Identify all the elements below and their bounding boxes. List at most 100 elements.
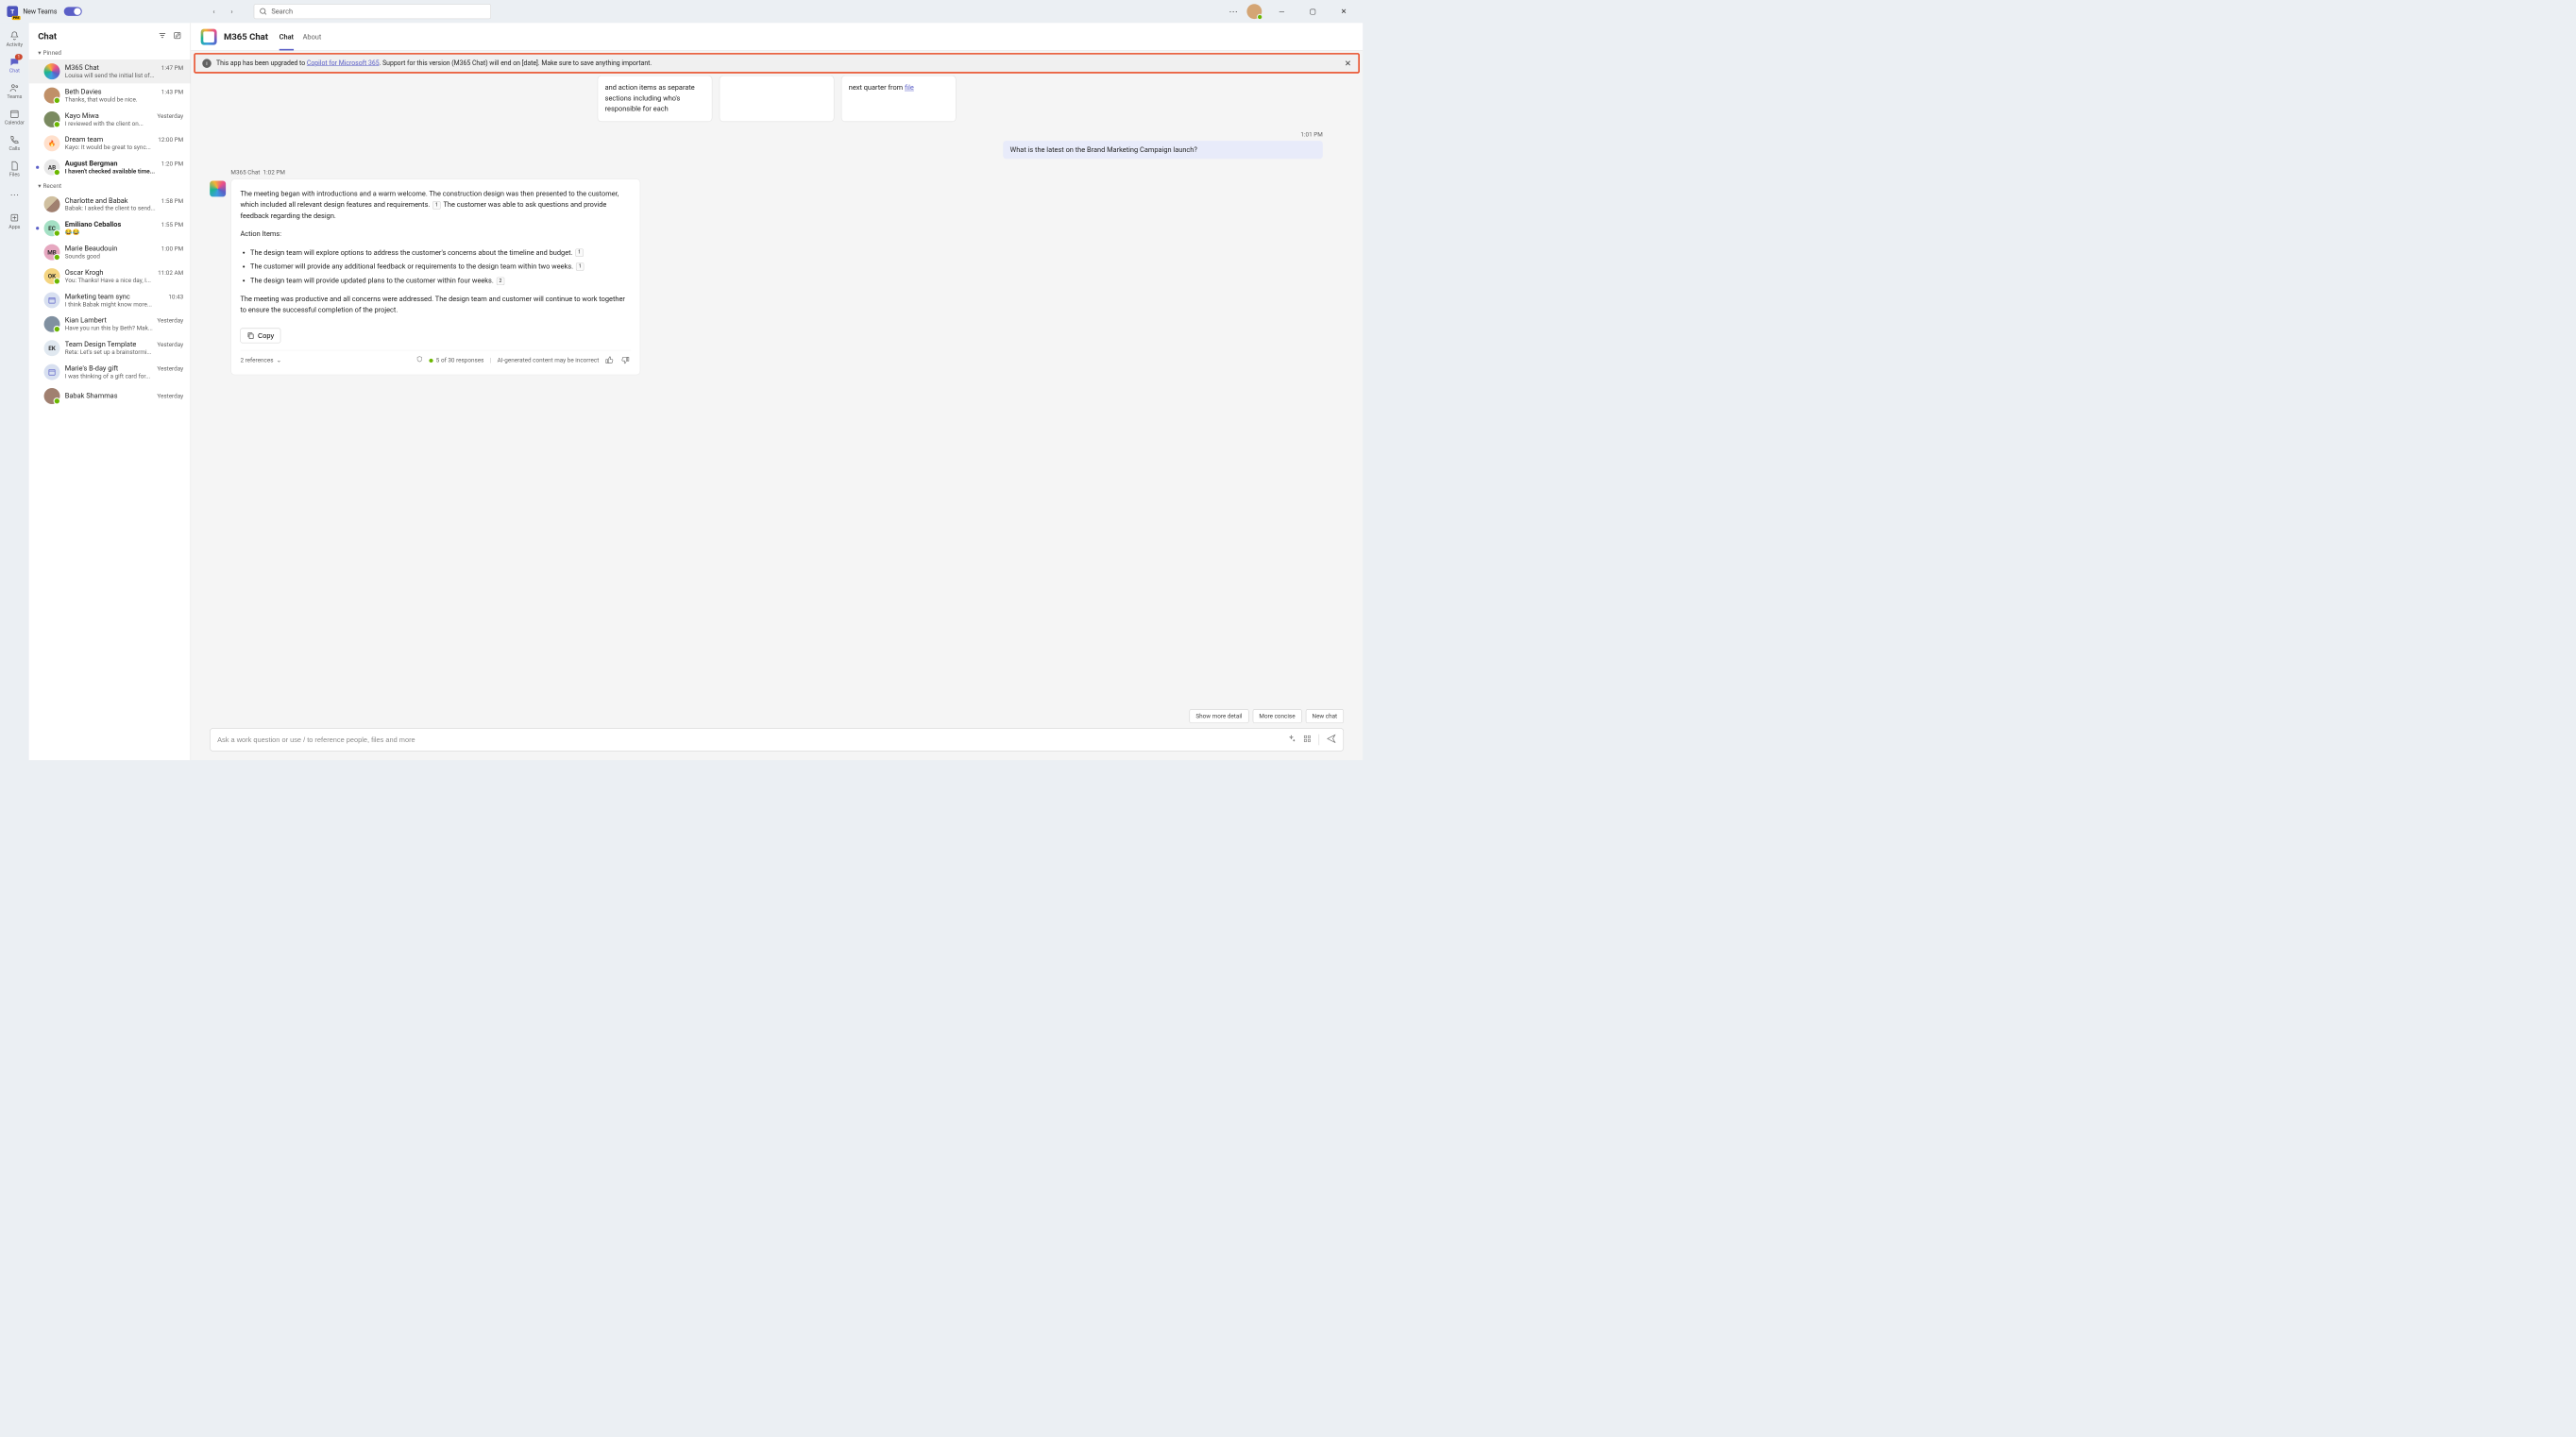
forward-button[interactable]: ›: [225, 5, 239, 19]
suggestion-card[interactable]: [720, 76, 835, 122]
chat-time: 10:43: [168, 294, 183, 300]
pinned-section[interactable]: ▾Pinned: [29, 46, 191, 59]
apps-grid-icon[interactable]: [1303, 735, 1313, 746]
teams-icon: [9, 82, 21, 93]
more-icon[interactable]: ⋯: [1229, 7, 1238, 17]
rail-files[interactable]: Files: [2, 157, 28, 180]
chat-time: 11:02 AM: [158, 269, 183, 276]
chat-avatar: EC: [44, 220, 60, 236]
rail-calendar[interactable]: Calendar: [2, 105, 28, 128]
bot-meta: M365 Chat 1:02 PM: [230, 169, 1344, 176]
chat-list-item[interactable]: Marie's B-day giftYesterdayI was thinkin…: [29, 360, 191, 383]
chip-new-chat[interactable]: New chat: [1306, 709, 1344, 723]
chat-name: Marie Beaudouin: [65, 245, 118, 252]
reference-badge[interactable]: 1: [576, 262, 584, 270]
minimize-button[interactable]: ─: [1271, 4, 1293, 19]
rail-activity[interactable]: Activity: [2, 27, 28, 51]
reference-badge[interactable]: 1: [575, 248, 583, 256]
file-link[interactable]: file: [905, 84, 914, 92]
chat-preview: I think Babak might know more...: [65, 300, 183, 307]
chat-header: M365 Chat Chat About: [191, 23, 1363, 51]
compose-icon[interactable]: [174, 31, 181, 42]
rail-more[interactable]: ⋯: [2, 183, 28, 207]
chat-preview: 😂😂: [65, 228, 183, 235]
chat-time: 1:00 PM: [161, 245, 183, 252]
chevron-down-icon: ⌄: [277, 356, 281, 365]
reference-badge[interactable]: 1: [432, 201, 440, 209]
messages-pane: and action items as separate sections in…: [191, 76, 1363, 709]
main-area: M365 Chat Chat About i This app has been…: [191, 23, 1363, 760]
titlebar: T New Teams ‹ › Search ⋯ ─ ▢ ✕: [0, 0, 1363, 23]
sidebar-title: Chat: [38, 31, 57, 42]
close-window-button[interactable]: ✕: [1332, 4, 1354, 19]
chat-time: Yesterday: [157, 393, 183, 399]
new-teams-toggle[interactable]: [64, 7, 82, 16]
chat-avatar: [44, 364, 60, 380]
thumbs-up-button[interactable]: [605, 356, 616, 366]
suggestion-card[interactable]: and action items as separate sections in…: [598, 76, 713, 122]
chat-list-item[interactable]: Kian LambertYesterdayHave you run this b…: [29, 313, 191, 336]
chat-avatar: OK: [44, 268, 60, 284]
copilot-link[interactable]: Copilot for Microsoft 365: [307, 59, 380, 67]
search-input[interactable]: Search: [254, 4, 491, 19]
rail-teams[interactable]: Teams: [2, 79, 28, 103]
chat-badge: 1: [15, 54, 23, 59]
rail-apps[interactable]: Apps: [2, 209, 28, 232]
copilot-avatar-icon: [210, 180, 226, 196]
separator: [1319, 735, 1320, 746]
chat-time: Yesterday: [157, 112, 183, 119]
chat-avatar: [44, 111, 60, 127]
chat-list-item[interactable]: MBMarie Beaudouin1:00 PMSounds good: [29, 240, 191, 263]
apps-icon: [9, 212, 21, 224]
copy-button[interactable]: Copy: [240, 328, 280, 343]
chat-list-item[interactable]: ABAugust Bergman1:20 PMI haven't checked…: [29, 156, 191, 179]
chat-name: Kian Lambert: [65, 316, 107, 324]
chat-list-item[interactable]: Babak ShammasYesterday: [29, 384, 191, 408]
chip-show-more-detail[interactable]: Show more detail: [1190, 709, 1249, 723]
chat-list-item[interactable]: M365 Chat1:47 PMLouisa will send the ini…: [29, 59, 191, 83]
chat-sidebar: Chat ▾Pinned M365 Chat1:47 PMLouisa will…: [29, 23, 191, 760]
chat-avatar: MB: [44, 245, 60, 261]
chat-list-item[interactable]: Charlotte and Babak1:58 PMBabak: I asked…: [29, 193, 191, 216]
info-icon: i: [202, 59, 212, 68]
filter-icon[interactable]: [159, 31, 166, 42]
references-toggle[interactable]: 2 references ⌄: [240, 356, 281, 365]
search-icon: [260, 8, 267, 15]
send-button[interactable]: [1326, 734, 1336, 746]
maximize-button[interactable]: ▢: [1302, 4, 1324, 19]
chat-list-item[interactable]: Beth Davies1:43 PMThanks, that would be …: [29, 83, 191, 107]
chat-list-item[interactable]: 🔥Dream team12:00 PMKayo: It would be gre…: [29, 131, 191, 155]
composer-input[interactable]: [217, 735, 1280, 743]
chat-avatar: EK: [44, 340, 60, 356]
chat-list-item[interactable]: ECEmiliano Ceballos1:55 PM😂😂: [29, 216, 191, 240]
tab-about[interactable]: About: [303, 31, 322, 43]
suggestion-card[interactable]: next quarter from file: [841, 76, 957, 122]
chat-time: 1:58 PM: [161, 197, 183, 204]
recent-section[interactable]: ▾Recent: [29, 179, 191, 193]
back-button[interactable]: ‹: [207, 5, 221, 19]
sparkle-icon[interactable]: [1287, 735, 1296, 746]
chat-avatar: [44, 88, 60, 104]
chat-list-item[interactable]: EKTeam Design TemplateYesterdayReta: Let…: [29, 336, 191, 360]
tab-chat[interactable]: Chat: [280, 31, 294, 43]
action-chips: Show more detail More concise New chat: [191, 709, 1363, 728]
banner-close-button[interactable]: ✕: [1345, 59, 1351, 68]
chip-more-concise[interactable]: More concise: [1253, 709, 1302, 723]
response-count: 5 of 30 responses: [436, 356, 484, 365]
reference-badge[interactable]: 2: [497, 277, 504, 284]
user-avatar[interactable]: [1246, 4, 1262, 19]
rail-calls[interactable]: Calls: [2, 131, 28, 155]
phone-icon: [9, 134, 21, 145]
chat-preview: Reta: Let's set up a brainstormi...: [65, 348, 183, 355]
chat-list-item[interactable]: Kayo MiwaYesterdayI reviewed with the cl…: [29, 108, 191, 131]
rail-chat[interactable]: Chat 1: [2, 53, 28, 76]
chat-list-item[interactable]: OKOscar Krogh11:02 AMYou: Thanks! Have a…: [29, 264, 191, 288]
thumbs-down-button[interactable]: [621, 356, 632, 366]
upgrade-banner: i This app has been upgraded to Copilot …: [194, 53, 1360, 74]
chat-avatar: 🔥: [44, 135, 60, 151]
chat-name: Kayo Miwa: [65, 111, 99, 119]
chat-list-item[interactable]: Marketing team sync10:43I think Babak mi…: [29, 288, 191, 312]
chat-name: August Bergman: [65, 160, 118, 167]
chat-time: 1:55 PM: [161, 221, 183, 228]
user-message: What is the latest on the Brand Marketin…: [1003, 141, 1323, 159]
